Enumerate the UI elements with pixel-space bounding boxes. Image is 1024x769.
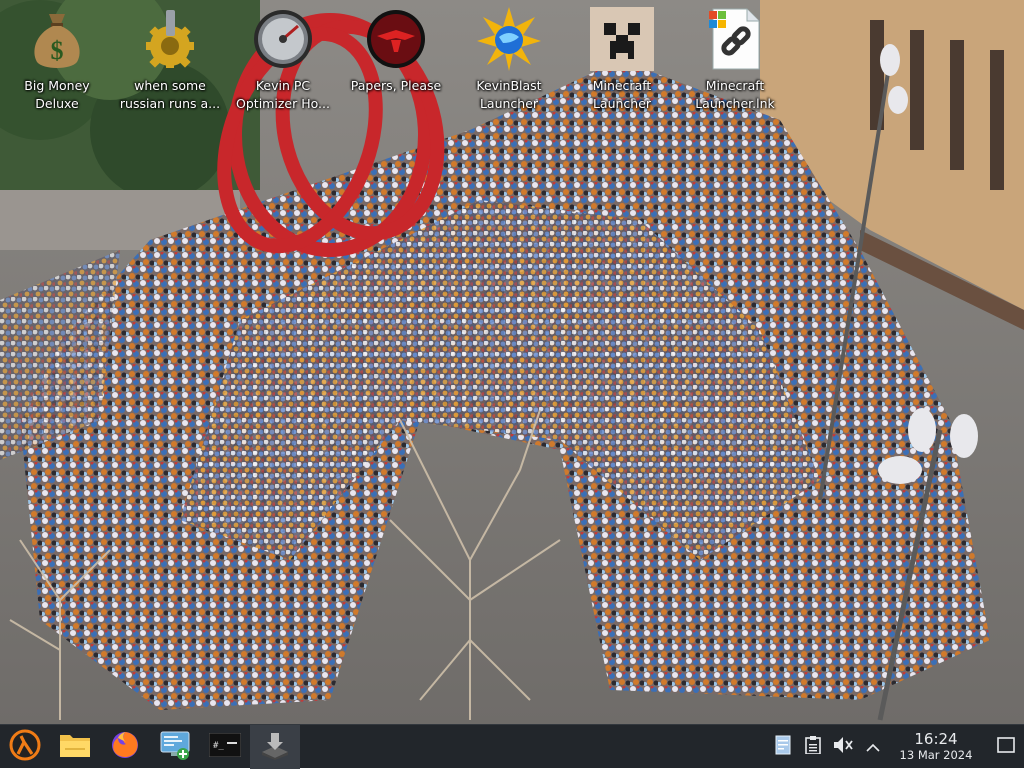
gauge-icon xyxy=(250,6,316,72)
notes-tray-button[interactable] xyxy=(768,725,798,769)
desktop-icon-label: when some russian runs a... xyxy=(119,78,221,111)
firefox-icon xyxy=(110,730,140,764)
show-desktop-icon xyxy=(997,737,1015,757)
desktop-icon-russian-runs[interactable]: when some russian runs a... xyxy=(113,6,227,114)
desktop-icon-kevin-pc-optimizer[interactable]: Kevin PC Optimizer Ho... xyxy=(226,6,340,114)
volume-tray-button[interactable] xyxy=(828,725,858,769)
start-menu-button[interactable] xyxy=(0,725,50,769)
money-bag-icon: $ xyxy=(24,6,90,72)
volume-muted-icon xyxy=(833,736,853,758)
show-desktop-button[interactable] xyxy=(988,725,1024,769)
installer-icon xyxy=(260,730,290,764)
starburst-globe-icon xyxy=(476,6,542,72)
system-settings-button[interactable] xyxy=(150,725,200,769)
desktop-icon-label: Papers, Please xyxy=(350,78,442,93)
desktop-icon-big-money-deluxe[interactable]: $ Big Money Deluxe xyxy=(0,6,114,114)
chevron-up-icon xyxy=(865,738,881,757)
terminal-button[interactable]: #_ xyxy=(200,725,250,769)
clipboard-tray-button[interactable] xyxy=(798,725,828,769)
desktop-icon-label: Kevin PC Optimizer Ho... xyxy=(236,78,330,111)
file-manager-button[interactable] xyxy=(50,725,100,769)
svg-text:$: $ xyxy=(51,36,64,65)
installer-button[interactable] xyxy=(250,724,300,769)
clipboard-icon xyxy=(805,736,821,758)
shortcut-link-icon xyxy=(702,6,768,72)
gear-icon xyxy=(137,6,203,72)
settings-monitor-icon xyxy=(159,729,191,765)
lambda-start-icon xyxy=(9,729,41,765)
desktop-icon-label: Minecraft Launcher xyxy=(592,78,652,111)
clock-date: 13 Mar 2024 xyxy=(899,748,973,762)
terminal-icon: #_ xyxy=(208,732,242,761)
creeper-icon xyxy=(589,6,655,72)
desktop-icon-label: KevinBlast Launcher xyxy=(476,78,542,111)
eagle-emblem-icon xyxy=(363,6,429,72)
folder-icon xyxy=(59,731,91,763)
svg-text:#_: #_ xyxy=(213,741,224,751)
desktop-icon-minecraft-launcher-lnk[interactable]: Minecraft Launcher.lnk xyxy=(678,6,792,114)
desktop-icon-papers-please[interactable]: Papers, Please xyxy=(339,6,453,114)
desktop-icon-label: Minecraft Launcher.lnk xyxy=(695,78,775,111)
desktop-icon-label: Big Money Deluxe xyxy=(24,78,90,111)
clock-time: 16:24 xyxy=(914,730,958,748)
show-hidden-icons-button[interactable] xyxy=(858,725,888,769)
desktop-icon-minecraft-launcher[interactable]: Minecraft Launcher xyxy=(565,6,679,114)
clock[interactable]: 16:24 13 Mar 2024 xyxy=(892,731,980,763)
taskbar: #_ 16:24 13 Mar 2024 xyxy=(0,724,1024,769)
notes-icon xyxy=(774,735,792,759)
desktop-icon-kevinblast-launcher[interactable]: KevinBlast Launcher xyxy=(452,6,566,114)
system-tray: 16:24 13 Mar 2024 xyxy=(768,725,1024,769)
firefox-button[interactable] xyxy=(100,725,150,769)
